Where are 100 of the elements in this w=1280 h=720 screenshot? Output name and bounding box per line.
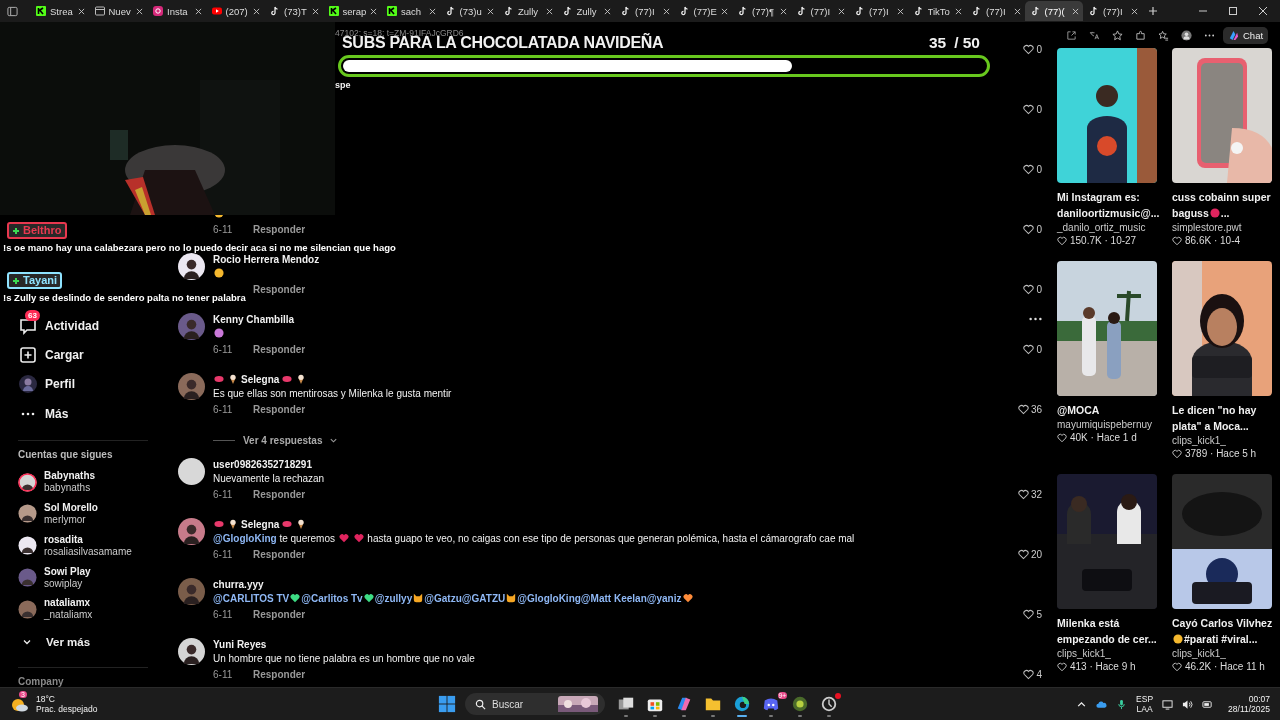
followed-account[interactable]: Sol Morello merlymor bbox=[18, 498, 157, 530]
browser-tab[interactable]: Nuev bbox=[88, 1, 147, 21]
browser-tab[interactable]: Strea bbox=[30, 1, 89, 21]
browser-tab[interactable]: sach bbox=[381, 1, 440, 21]
reply-button[interactable]: Responder bbox=[253, 223, 306, 235]
mention-link[interactable]: @GATZU bbox=[461, 593, 506, 604]
commenter-name[interactable]: Selegna bbox=[241, 518, 280, 530]
browser-tab[interactable]: (77)¶ bbox=[732, 1, 791, 21]
browser-tab[interactable]: serap bbox=[322, 1, 381, 21]
battery-icon[interactable] bbox=[1202, 698, 1214, 710]
like-button[interactable]: 0 bbox=[1023, 282, 1042, 296]
mention-link[interactable]: @yaniz bbox=[646, 593, 682, 604]
close-icon[interactable] bbox=[136, 7, 143, 15]
nav-item[interactable]: Más bbox=[18, 398, 157, 429]
nav-item[interactable]: Cargar bbox=[18, 340, 157, 370]
browser-tab[interactable]: (77)I bbox=[790, 1, 849, 21]
start-icon[interactable] bbox=[438, 695, 456, 713]
browser-tab[interactable]: (73)u bbox=[439, 1, 498, 21]
browser-tab[interactable]: (77)I bbox=[1083, 1, 1142, 21]
video-title[interactable]: Milenka está empezando de cer... bbox=[1057, 615, 1157, 647]
more-icon[interactable] bbox=[1029, 317, 1042, 321]
video-title[interactable]: cuss cobainn super baguss ... bbox=[1172, 189, 1272, 221]
commenter-name[interactable]: user09826352718291 bbox=[213, 458, 312, 470]
browser-icon[interactable] bbox=[733, 695, 751, 713]
like-button[interactable]: 0 bbox=[1023, 222, 1042, 236]
close-icon[interactable] bbox=[487, 7, 494, 15]
reply-button[interactable]: Responder bbox=[253, 668, 306, 680]
video-author[interactable]: mayumiquispebernuy bbox=[1057, 418, 1157, 431]
followed-account[interactable]: Babynaths babynaths bbox=[18, 466, 157, 499]
video-author[interactable]: clips_kick1_ bbox=[1172, 647, 1272, 660]
close-icon[interactable] bbox=[545, 7, 553, 15]
video-title[interactable]: Le dicen "no hay plata" a Moca... bbox=[1172, 402, 1272, 434]
close-icon[interactable] bbox=[779, 7, 787, 15]
tab-actions-icon[interactable] bbox=[7, 5, 18, 17]
extensions-icon[interactable] bbox=[1135, 29, 1146, 41]
search-input[interactable]: Buscar bbox=[492, 698, 552, 710]
browser-tab[interactable]: (77)( bbox=[1024, 1, 1083, 21]
speaker-icon[interactable] bbox=[1182, 698, 1194, 710]
like-button[interactable]: 0 bbox=[1023, 342, 1042, 356]
mention-link[interactable]: @zullyy bbox=[374, 593, 413, 604]
reply-button[interactable]: Responder bbox=[253, 608, 306, 620]
nav-item[interactable]: Perfil bbox=[18, 369, 157, 399]
close-icon[interactable] bbox=[721, 7, 728, 15]
browser-tab[interactable]: TikTo bbox=[907, 1, 966, 21]
view-replies-button[interactable]: Ver 4 respuestas bbox=[213, 428, 338, 453]
avatar[interactable] bbox=[178, 518, 205, 545]
browser-tab[interactable]: (77)I bbox=[966, 1, 1025, 21]
mention-link[interactable]: @Gatzu bbox=[424, 593, 462, 604]
browser-tab[interactable]: Zully bbox=[556, 1, 615, 21]
circle-app-icon[interactable] bbox=[820, 695, 838, 713]
followed-account[interactable]: rosadita rosaliasilvasamame bbox=[18, 529, 157, 562]
mention-link[interactable]: @Carlitos Tv bbox=[301, 593, 363, 604]
video-title[interactable]: Mi Instagram es: daniloortizmusic@... bbox=[1057, 189, 1157, 221]
browser-tab[interactable]: (73)T bbox=[264, 1, 323, 21]
avatar[interactable] bbox=[178, 638, 205, 665]
video-title[interactable]: @MOCA bbox=[1057, 402, 1157, 418]
like-button[interactable]: 32 bbox=[1017, 487, 1042, 501]
video-author[interactable]: clips_kick1_ bbox=[1057, 647, 1157, 660]
like-button[interactable]: 5 bbox=[1023, 607, 1042, 621]
star-icon[interactable] bbox=[1112, 29, 1123, 41]
reply-button[interactable]: Responder bbox=[253, 488, 306, 500]
close-icon[interactable] bbox=[838, 7, 845, 15]
monitor-icon[interactable] bbox=[1162, 698, 1174, 710]
followed-account[interactable]: nataliamx _nataliamx bbox=[18, 593, 157, 626]
video-author[interactable]: simplestore.pwt bbox=[1172, 221, 1272, 234]
swirl-icon[interactable] bbox=[675, 695, 693, 713]
favorites-icon[interactable] bbox=[1158, 29, 1169, 41]
new-tab-icon[interactable] bbox=[1147, 6, 1158, 16]
like-button[interactable]: 4 bbox=[1023, 667, 1042, 681]
footer-link[interactable]: Company bbox=[18, 676, 157, 687]
browser-tab[interactable]: (77)I bbox=[849, 1, 908, 21]
close-icon[interactable] bbox=[311, 7, 319, 15]
reply-button[interactable]: Responder bbox=[253, 343, 306, 355]
language-indicator[interactable]: ESP LAA bbox=[1136, 694, 1154, 714]
reply-button[interactable]: Responder bbox=[253, 548, 306, 560]
followed-account[interactable]: Sowi Play sowiplay bbox=[18, 561, 157, 594]
mention-link[interactable]: @GlogloKing bbox=[517, 593, 581, 604]
avatar[interactable] bbox=[178, 458, 205, 485]
search-bar[interactable]: Buscar bbox=[465, 693, 605, 715]
translate-icon[interactable] bbox=[1089, 29, 1100, 41]
video-title[interactable]: Cayó Carlos Vilvhez #parati #viral... bbox=[1172, 615, 1272, 647]
browser-tab[interactable]: (207) bbox=[205, 1, 264, 21]
globe-icon[interactable] bbox=[791, 695, 809, 713]
close-icon[interactable] bbox=[253, 7, 260, 15]
close-icon[interactable] bbox=[428, 7, 436, 15]
microphone-icon[interactable] bbox=[1116, 698, 1128, 710]
close-icon[interactable] bbox=[955, 7, 962, 15]
close-icon[interactable] bbox=[370, 7, 377, 15]
close-icon[interactable] bbox=[1013, 7, 1021, 15]
commenter-name[interactable]: churra.yyy bbox=[213, 578, 264, 590]
video-author[interactable]: _danilo_ortiz_music bbox=[1057, 221, 1157, 234]
like-button[interactable]: 0 bbox=[1023, 102, 1042, 116]
close-icon[interactable] bbox=[77, 7, 85, 15]
open-in-app-icon[interactable] bbox=[1066, 29, 1077, 41]
video-author[interactable]: clips_kick1_ bbox=[1172, 434, 1272, 447]
browser-tab[interactable]: Insta bbox=[147, 1, 206, 21]
avatar[interactable] bbox=[178, 253, 205, 280]
commenter-name[interactable]: Selegna bbox=[241, 373, 280, 385]
like-button[interactable]: 36 bbox=[1017, 402, 1042, 416]
see-more-button[interactable]: Ver más bbox=[18, 629, 157, 656]
